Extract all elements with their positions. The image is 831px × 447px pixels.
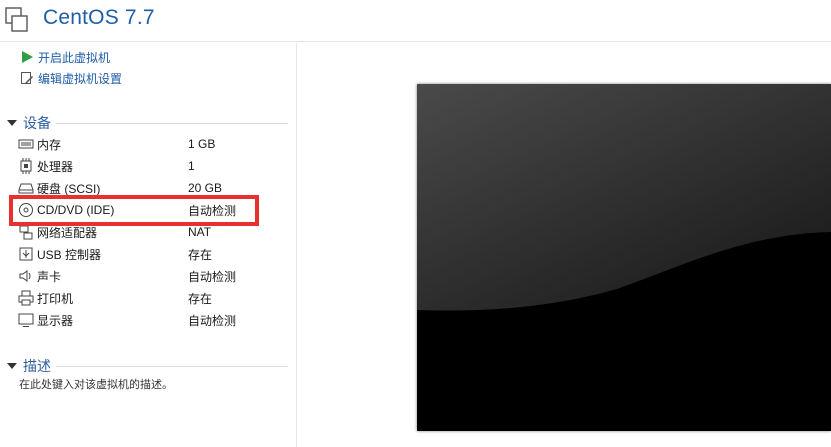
description-header-label: 描述	[23, 358, 51, 374]
device-name: 硬盘 (SCSI)	[37, 181, 101, 196]
device-row-sound-card[interactable]: 声卡 自动检测	[18, 266, 288, 286]
collapse-triangle-icon	[7, 363, 17, 369]
device-name: 处理器	[37, 159, 74, 174]
vm-preview-panel	[298, 43, 831, 447]
device-value: 20 GB	[188, 181, 223, 195]
monitor-icon	[18, 312, 34, 328]
memory-icon	[18, 136, 34, 152]
device-value: 自动检测	[188, 313, 237, 328]
device-row-printer[interactable]: 打印机 存在	[18, 288, 288, 308]
power-on-label: 开启此虚拟机	[38, 50, 111, 65]
device-row-memory[interactable]: 内存 1 GB	[18, 134, 288, 154]
vm-details-panel: 开启此虚拟机 编辑虚拟机设置 设备 内存 1 GB 处理器 1 硬盘 (SCSI…	[0, 43, 297, 447]
network-adapter-icon	[18, 224, 34, 240]
speaker-icon	[18, 268, 34, 284]
device-row-usb-controller[interactable]: USB 控制器 存在	[18, 244, 288, 264]
power-on-vm-link[interactable]: 开启此虚拟机	[19, 48, 110, 66]
description-section-header[interactable]: 描述	[7, 356, 51, 376]
virtual-machine-icon	[5, 7, 28, 32]
device-value: NAT	[188, 225, 212, 239]
devices-section-header[interactable]: 设备	[7, 113, 51, 133]
device-row-processor[interactable]: 处理器 1	[18, 156, 288, 176]
edit-settings-label: 编辑虚拟机设置	[38, 71, 123, 86]
device-name: 网络适配器	[37, 225, 98, 240]
device-value: 1	[188, 159, 195, 173]
device-value: 1 GB	[188, 137, 216, 151]
device-name: 打印机	[37, 291, 74, 306]
devices-header-label: 设备	[23, 115, 51, 131]
device-row-display[interactable]: 显示器 自动检测	[18, 310, 288, 330]
vm-console-thumbnail[interactable]	[417, 84, 831, 431]
usb-icon	[18, 246, 34, 262]
device-name: 内存	[37, 137, 62, 152]
device-name: 声卡	[37, 269, 62, 284]
edit-vm-settings-link[interactable]: 编辑虚拟机设置	[19, 69, 122, 87]
hard-disk-icon	[18, 180, 34, 196]
console-gloss	[417, 84, 831, 431]
play-icon	[19, 49, 35, 65]
section-divider	[56, 366, 288, 367]
device-value: 自动检测	[188, 269, 237, 284]
device-name: 显示器	[37, 313, 74, 328]
section-divider	[56, 123, 288, 124]
processor-icon	[18, 158, 34, 174]
collapse-triangle-icon	[7, 120, 17, 126]
printer-icon	[18, 290, 34, 306]
device-name: USB 控制器	[37, 247, 102, 262]
device-value: 存在	[188, 247, 213, 262]
device-value: 存在	[188, 291, 213, 306]
description-input[interactable]: 在此处键入对该虚拟机的描述。	[19, 376, 173, 392]
title-bar: CentOS 7.7	[0, 0, 831, 42]
highlight-annotation-box	[9, 195, 259, 226]
edit-settings-icon	[19, 70, 35, 86]
vm-title: CentOS 7.7	[43, 6, 155, 29]
